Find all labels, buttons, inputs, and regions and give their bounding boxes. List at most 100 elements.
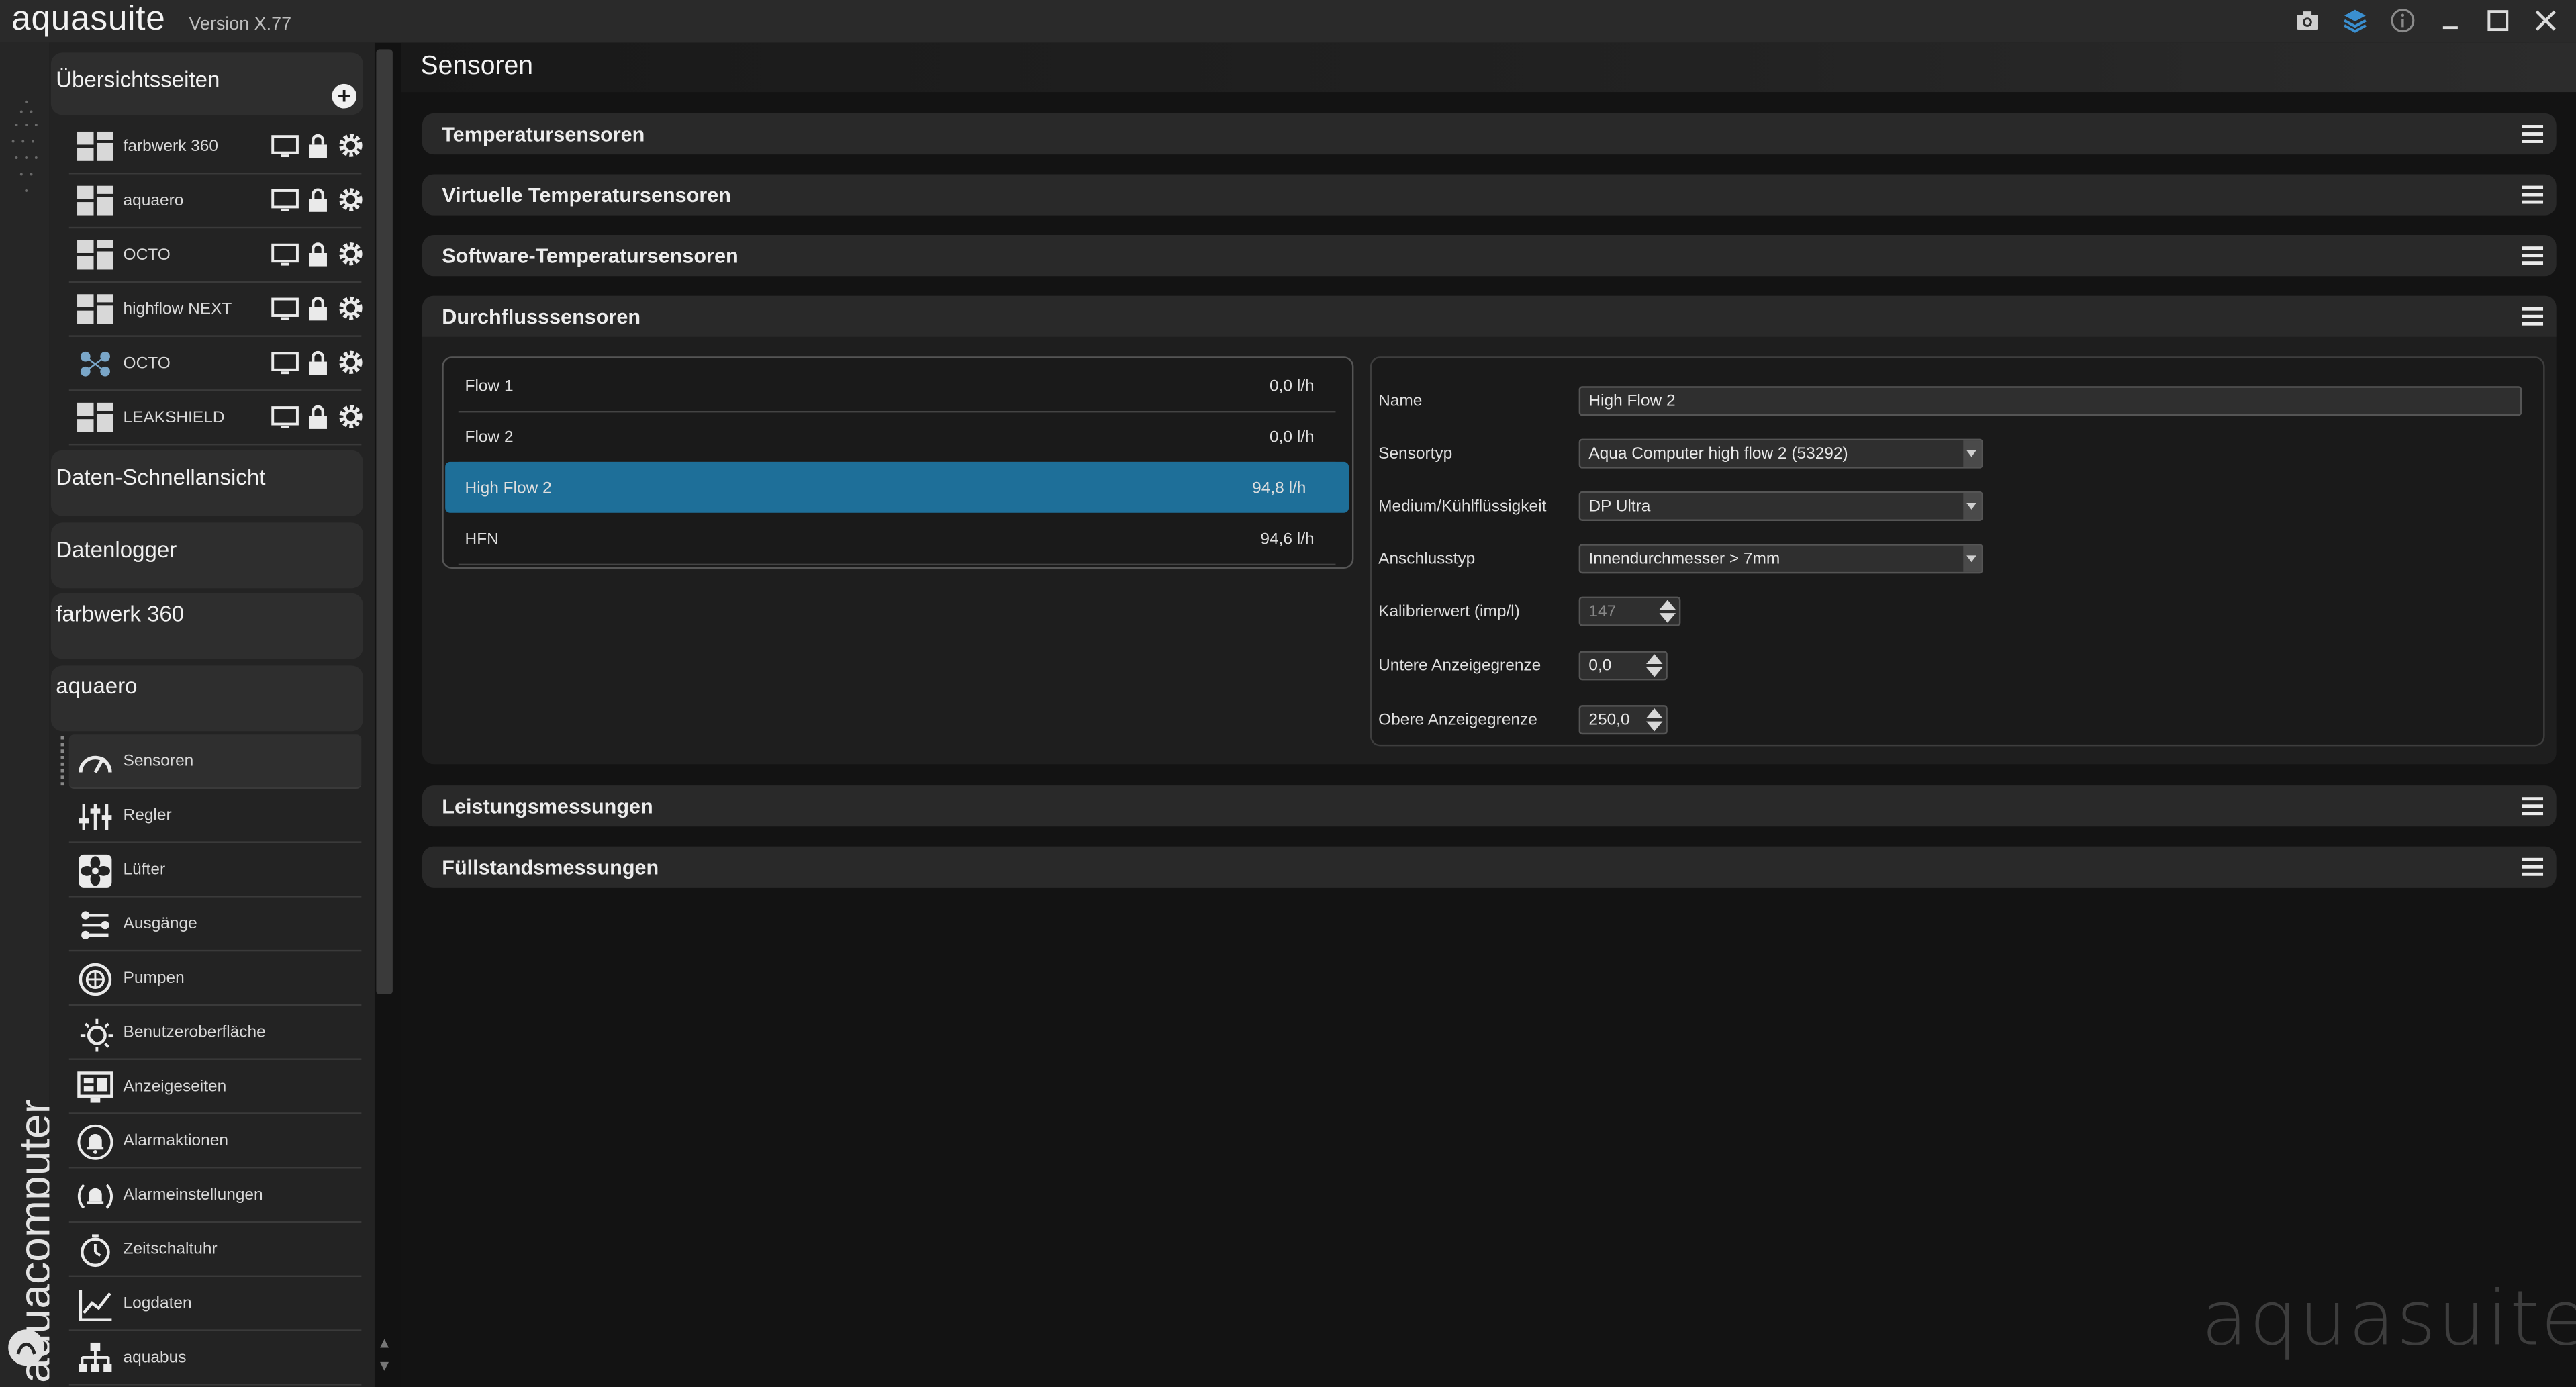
lock-icon[interactable]	[304, 240, 332, 268]
drag-handle[interactable]	[60, 736, 69, 786]
monitor-icon[interactable]	[271, 403, 299, 431]
lock-icon[interactable]	[304, 348, 332, 377]
section-farbwerk[interactable]: farbwerk 360	[50, 593, 363, 659]
accordion-virtuelle-temperatursensoren[interactable]: Virtuelle Temperatursensoren	[422, 174, 2557, 216]
hamburger-menu-icon[interactable]	[2522, 305, 2544, 327]
nav-item-label: Zeitschaltuhr	[123, 1241, 218, 1259]
monitor-icon[interactable]	[271, 132, 299, 160]
add-overview-icon[interactable]: +	[332, 83, 357, 109]
nav-item-alarmaktionen[interactable]: Alarmaktionen	[68, 1114, 362, 1169]
anschlusstyp-dropdown[interactable]: Innendurchmesser > 7mm	[1578, 544, 1983, 574]
list-item[interactable]: Flow 1 0,0 l/h	[458, 360, 1336, 413]
monitor-icon[interactable]	[271, 186, 299, 214]
hamburger-menu-icon[interactable]	[2522, 856, 2544, 877]
monitor-icon[interactable]	[271, 240, 299, 268]
kalibrierwert-stepper[interactable]: 147	[1578, 596, 1681, 626]
nav-item-alarmeinstellungen[interactable]: Alarmeinstellungen	[68, 1168, 362, 1223]
sensortyp-dropdown[interactable]: Aqua Computer high flow 2 (53292)	[1578, 438, 1983, 469]
medium-dropdown[interactable]: DP Ultra	[1578, 491, 1983, 521]
gear-icon[interactable]	[337, 403, 365, 431]
minimize-icon[interactable]	[2436, 7, 2465, 35]
gear-icon[interactable]	[337, 132, 365, 160]
sensortyp-label: Sensortyp	[1378, 445, 1453, 464]
info-icon[interactable]	[2389, 7, 2417, 35]
chevron-down-icon	[1963, 440, 1982, 467]
stepper-arrows-icon[interactable]	[1645, 708, 1663, 733]
overview-page-row[interactable]: highflow NEXT	[68, 283, 365, 337]
title-bar: aquasuite Version X.77	[0, 0, 2576, 43]
nav-item-zeitschaltuhr[interactable]: Zeitschaltuhr	[68, 1223, 362, 1278]
network-tree-icon	[77, 1341, 113, 1377]
overview-page-row[interactable]: aquaero	[68, 174, 365, 229]
alarm-bell-icon	[77, 1124, 113, 1160]
gear-icon[interactable]	[337, 186, 365, 214]
section-datalogger[interactable]: Datenlogger	[50, 522, 363, 589]
close-icon[interactable]	[2532, 7, 2560, 35]
nav-item-label: Regler	[123, 806, 172, 825]
lock-icon[interactable]	[304, 132, 332, 160]
section-data-quickview[interactable]: Daten-Schnellansicht	[50, 450, 363, 516]
anschlusstyp-label: Anschlusstyp	[1378, 551, 1476, 569]
nav-item-label: Lüfter	[123, 861, 166, 879]
list-item[interactable]: HFN 94,6 l/h	[458, 513, 1336, 566]
list-item-selected[interactable]: High Flow 2 94,8 l/h	[445, 461, 1349, 513]
nav-item-anzeigeseiten[interactable]: Anzeigeseiten	[68, 1060, 362, 1114]
nav-item-luefter[interactable]: Lüfter	[68, 843, 362, 898]
flow-sensor-name: HFN	[465, 530, 499, 549]
section-label: aquaero	[56, 673, 138, 699]
name-field[interactable]: High Flow 2	[1578, 386, 2522, 416]
page-title-bar	[401, 42, 2576, 93]
maximize-icon[interactable]	[2484, 7, 2512, 35]
section-label: Daten-Schnellansicht	[56, 465, 266, 490]
nav-item-label: Benutzeroberfläche	[123, 1024, 266, 1042]
monitor-icon[interactable]	[271, 294, 299, 322]
gear-icon[interactable]	[337, 240, 365, 268]
scroll-up-icon[interactable]: ▲	[376, 1335, 392, 1354]
nav-item-logdaten[interactable]: Logdaten	[68, 1277, 362, 1331]
list-item[interactable]: Flow 2 0,0 l/h	[458, 411, 1336, 464]
obere-anzeigegrenze-stepper[interactable]: 250,0	[1578, 705, 1668, 735]
accordion-fuellstandsmessungen[interactable]: Füllstandsmessungen	[422, 846, 2557, 888]
accordion-leistungsmessungen[interactable]: Leistungsmessungen	[422, 785, 2557, 827]
layers-icon[interactable]	[2341, 7, 2369, 35]
gear-icon[interactable]	[337, 294, 365, 322]
nav-item-sensoren[interactable]: Sensoren	[68, 734, 362, 789]
overview-pages-header[interactable]: Übersichtsseiten	[50, 52, 363, 115]
overview-page-row[interactable]: OCTO	[68, 337, 365, 391]
nav-item-regler[interactable]: Regler	[68, 789, 362, 843]
name-label: Name	[1378, 393, 1423, 411]
overview-page-label: highflow NEXT	[123, 300, 232, 319]
hamburger-menu-icon[interactable]	[2522, 796, 2544, 817]
hamburger-menu-icon[interactable]	[2522, 124, 2544, 145]
accordion-software-temperatursensoren[interactable]: Software-Temperatursensoren	[422, 235, 2557, 277]
lock-icon[interactable]	[304, 403, 332, 431]
untere-anzeigegrenze-stepper[interactable]: 0,0	[1578, 651, 1668, 681]
section-aquaero[interactable]: aquaero	[50, 665, 363, 732]
nav-item-label: Alarmeinstellungen	[123, 1186, 263, 1205]
accordion-durchflusssensoren[interactable]: Durchflusssensoren	[422, 295, 2557, 337]
monitor-icon[interactable]	[271, 348, 299, 377]
camera-icon[interactable]	[2293, 7, 2322, 35]
stepper-arrows-icon[interactable]	[1645, 654, 1663, 679]
nav-item-ausgaenge[interactable]: Ausgänge	[68, 898, 362, 952]
overview-page-row[interactable]: farbwerk 360	[68, 120, 365, 175]
hamburger-menu-icon[interactable]	[2522, 245, 2544, 267]
grid-layout-icon	[77, 294, 113, 324]
overview-page-row[interactable]: LEAKSHIELD	[68, 391, 365, 446]
accordion-temperatursensoren[interactable]: Temperatursensoren	[422, 113, 2557, 155]
flow-sensor-value: 0,0 l/h	[1269, 378, 1315, 396]
lock-icon[interactable]	[304, 186, 332, 214]
lock-icon[interactable]	[304, 294, 332, 322]
scroll-down-icon[interactable]: ▼	[376, 1357, 392, 1377]
obere-anzeigegrenze-value: 250,0	[1588, 711, 1630, 730]
nav-item-benutzeroberflaeche[interactable]: Benutzeroberfläche	[68, 1006, 362, 1060]
sidebar-scrollbar[interactable]	[376, 49, 393, 994]
brand-rail: aquacomputer	[0, 42, 60, 1387]
overview-page-row[interactable]: OCTO	[68, 228, 365, 283]
nav-item-label: Logdaten	[123, 1294, 192, 1313]
gear-icon[interactable]	[337, 348, 365, 377]
stepper-arrows-icon[interactable]	[1659, 600, 1676, 624]
nav-item-aquabus[interactable]: aquabus	[68, 1331, 362, 1386]
hamburger-menu-icon[interactable]	[2522, 184, 2544, 205]
nav-item-pumpen[interactable]: Pumpen	[68, 951, 362, 1006]
